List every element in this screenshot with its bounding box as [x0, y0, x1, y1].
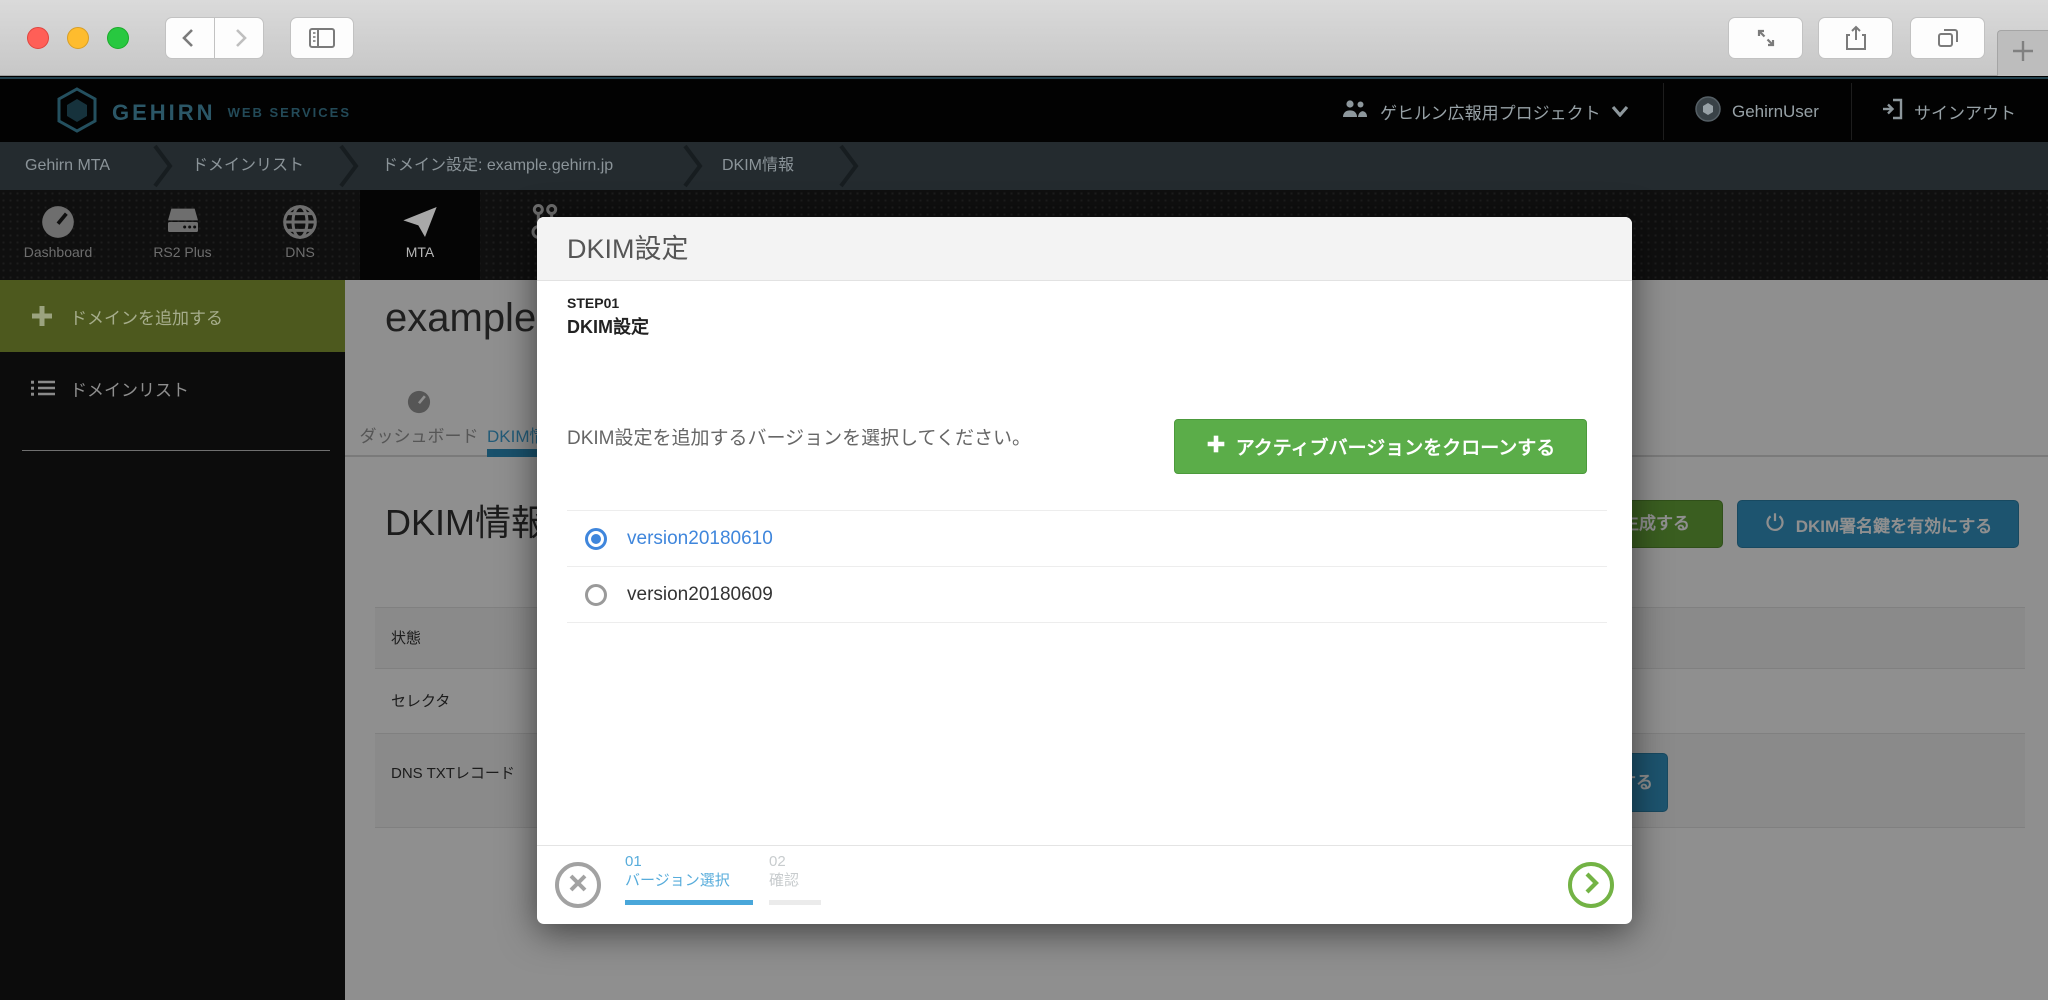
sidebar: ドメインを追加する ドメインリスト [0, 280, 345, 1000]
signout-icon [1880, 97, 1904, 126]
sidebar-icon [307, 26, 337, 50]
fullscreen-button[interactable] [1728, 17, 1803, 59]
close-window-button[interactable] [27, 27, 49, 49]
project-name: ゲヒルン広報用プロジェクト [1380, 99, 1601, 124]
user-menu[interactable]: GehirnUser [1694, 79, 1819, 144]
modal-header: DKIM設定 [537, 217, 1632, 281]
breadcrumb-item-dkim-info[interactable]: DKIM情報 [722, 142, 794, 190]
clone-button-label: アクティブバージョンをクローンする [1236, 433, 1556, 460]
back-button[interactable] [165, 17, 215, 59]
breadcrumb-separator [152, 144, 174, 193]
sidebar-toggle-button[interactable] [290, 17, 354, 59]
gauge-icon [38, 202, 78, 242]
step-2-progress-bar [769, 900, 821, 905]
signout-button[interactable]: サインアウト [1880, 79, 2016, 144]
nav-label: DNS [255, 244, 345, 260]
tab-overview-button[interactable] [1910, 17, 1985, 59]
step-kicker: STEP01 [567, 295, 619, 311]
modal-footer: 01 バージョン選択 02 確認 [537, 845, 1632, 924]
breadcrumb-item-domain-settings[interactable]: ドメイン設定: example.gehirn.jp [382, 142, 613, 190]
plus-icon [30, 304, 54, 328]
logo-primary-text: GEHIRN [112, 100, 216, 126]
nav-label: Dashboard [8, 244, 108, 260]
signout-label: サインアウト [1914, 99, 2016, 124]
step-label: 確認 [769, 872, 799, 889]
server-icon [163, 202, 203, 242]
hexagon-logo-icon [56, 87, 98, 138]
chevron-right-icon [227, 26, 251, 50]
step-indicator-2: 02 確認 [769, 852, 799, 890]
sidebar-item-label: ドメインを追加する [70, 304, 223, 329]
breadcrumb-item-domain-list[interactable]: ドメインリスト [192, 142, 304, 190]
globe-icon [280, 202, 320, 242]
project-selector[interactable]: ゲヒルン広報用プロジェクト [1340, 79, 1629, 144]
version-list: version20180610 version20180609 [567, 510, 1607, 623]
dkim-settings-modal: DKIM設定 STEP01 DKIM設定 DKIM設定を追加するバージョンを選択… [537, 217, 1632, 924]
chevron-right-icon [1579, 870, 1603, 901]
step-number: 01 [625, 853, 642, 870]
version-radio-unselected[interactable] [585, 584, 607, 606]
step-title: DKIM設定 [567, 313, 649, 339]
nav-item-mta[interactable]: MTA [360, 190, 480, 280]
list-icon [30, 376, 54, 400]
gehirn-logo[interactable]: GEHIRN WEB SERVICES [56, 87, 351, 138]
plus-icon [2010, 38, 2036, 69]
sidebar-item-domain-list[interactable]: ドメインリスト [0, 352, 345, 424]
expand-arrows-icon [1753, 25, 1779, 51]
sidebar-divider [22, 450, 330, 451]
plus-icon [1206, 434, 1226, 460]
paper-plane-icon [400, 202, 440, 242]
breadcrumb-item-gehirn-mta[interactable]: Gehirn MTA [25, 142, 110, 190]
browser-chrome [0, 0, 2048, 76]
step-indicator-1: 01 バージョン選択 [625, 852, 730, 890]
user-name: GehirnUser [1732, 102, 1819, 122]
modal-next-button[interactable] [1568, 862, 1614, 908]
header-divider [1851, 83, 1852, 140]
new-tab-button[interactable] [1997, 30, 2048, 76]
header-divider [1663, 83, 1664, 140]
modal-title: DKIM設定 [537, 217, 1632, 281]
breadcrumb: Gehirn MTA ドメインリスト ドメイン設定: example.gehir… [0, 142, 2048, 190]
nav-label: MTA [360, 244, 480, 260]
forward-button[interactable] [214, 17, 264, 59]
close-icon [566, 871, 590, 900]
version-label[interactable]: version20180610 [627, 528, 773, 550]
modal-close-button[interactable] [555, 862, 601, 908]
chevron-down-icon [1611, 102, 1629, 122]
nav-item-dns[interactable]: DNS [255, 190, 345, 280]
step-1-progress-bar [625, 900, 753, 905]
people-icon [1340, 98, 1370, 125]
breadcrumb-separator [682, 144, 704, 193]
sidebar-item-add-domain[interactable]: ドメインを追加する [0, 280, 345, 352]
version-row-20180609[interactable]: version20180609 [567, 567, 1607, 623]
zoom-window-button[interactable] [107, 27, 129, 49]
step-number: 02 [769, 853, 786, 870]
logo-secondary-text: WEB SERVICES [228, 105, 351, 120]
version-radio-selected[interactable] [585, 528, 607, 550]
app-header: GEHIRN WEB SERVICES ゲヒルン広報用プロジェクト Gehirn… [0, 77, 2048, 142]
share-button[interactable] [1818, 17, 1893, 59]
clone-active-version-button[interactable]: アクティブバージョンをクローンする [1174, 419, 1587, 474]
version-label: version20180609 [627, 584, 773, 606]
nav-item-rs2-plus[interactable]: RS2 Plus [120, 190, 245, 280]
tabs-icon [1935, 25, 1961, 51]
user-badge-icon [1694, 95, 1722, 128]
nav-item-dashboard[interactable]: Dashboard [8, 190, 108, 280]
sidebar-item-label: ドメインリスト [70, 376, 189, 401]
breadcrumb-separator [838, 144, 860, 193]
chevron-left-icon [178, 26, 202, 50]
minimize-window-button[interactable] [67, 27, 89, 49]
version-row-20180610[interactable]: version20180610 [567, 511, 1607, 567]
nav-label: RS2 Plus [120, 244, 245, 260]
step-label: バージョン選択 [625, 872, 730, 889]
breadcrumb-separator [338, 144, 360, 193]
share-icon [1844, 25, 1868, 51]
modal-instruction: DKIM設定を追加するバージョンを選択してください。 [567, 423, 1031, 450]
